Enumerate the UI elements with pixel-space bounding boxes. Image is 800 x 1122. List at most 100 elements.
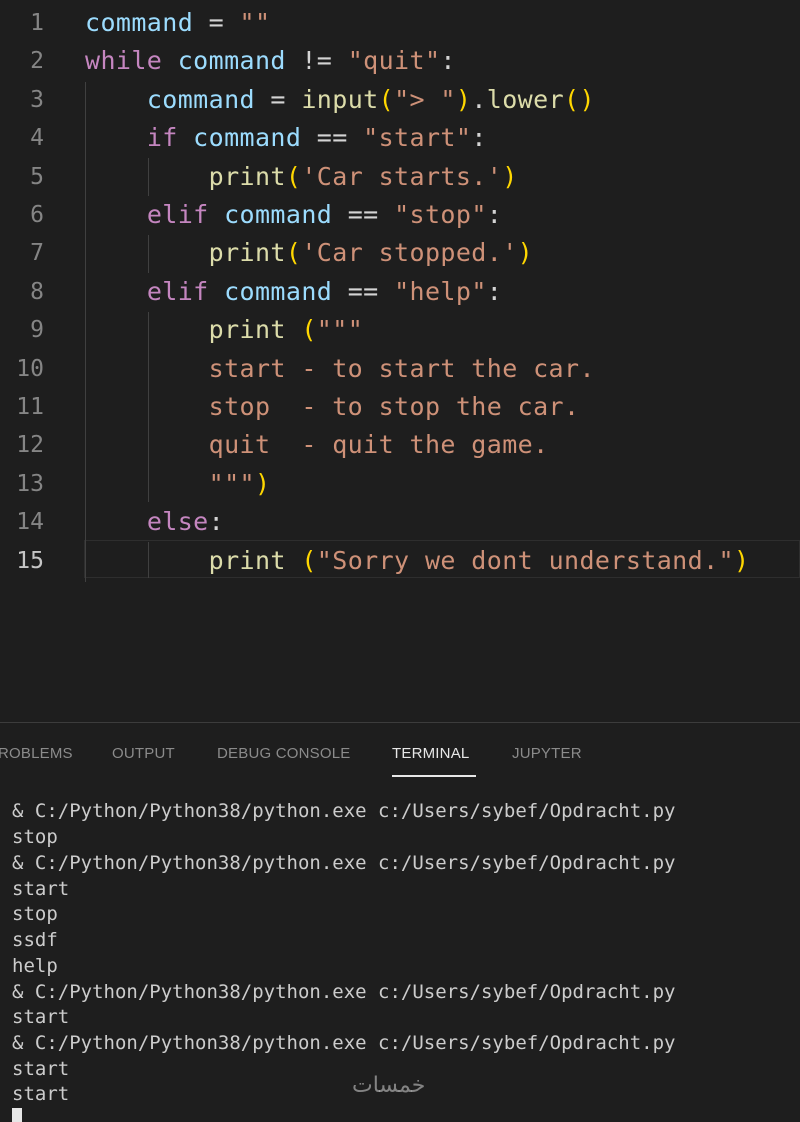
line-number: 1 <box>30 10 44 36</box>
tab-output[interactable]: OUTPUT <box>112 745 175 762</box>
code-token: command <box>177 46 286 76</box>
code-text: elif command == "help": <box>85 273 502 311</box>
code-token: = <box>193 8 240 37</box>
code-token: print <box>208 315 286 345</box>
terminal-line: stop <box>12 826 58 848</box>
code-token: command <box>85 8 194 37</box>
code-token: stop - to stop the car. <box>208 392 580 421</box>
code-token: : <box>440 46 456 76</box>
tab-debug-console[interactable]: DEBUG CONSOLE <box>217 745 350 762</box>
line-number: 5 <box>30 163 44 190</box>
code-line[interactable]: 10 start - to start the car. <box>0 350 800 388</box>
code-line[interactable]: 7 print('Car stopped.') <box>0 234 800 272</box>
code-line[interactable]: 13 """) <box>0 465 800 503</box>
line-number: 14 <box>16 509 44 536</box>
terminal-line: start <box>12 878 70 900</box>
code-token: : <box>486 200 503 229</box>
code-text: print ("Sorry we dont understand.") <box>85 542 749 580</box>
code-token: print <box>208 238 286 268</box>
code-token: ) <box>733 545 750 575</box>
code-token: "help" <box>394 276 487 306</box>
terminal-cursor <box>12 1108 22 1122</box>
active-tab-indicator <box>392 775 476 777</box>
code-text: print('Car starts.') <box>85 158 518 196</box>
indent-guide <box>148 235 149 273</box>
code-text: command = "" <box>85 4 270 42</box>
code-token: start - to start the car. <box>208 353 595 383</box>
code-line[interactable]: 8 elif command == "help": <box>0 273 800 311</box>
code-token: "start" <box>363 123 472 153</box>
code-token: "> " <box>394 84 456 114</box>
code-token: while <box>85 46 163 76</box>
code-token: ( <box>378 84 395 114</box>
code-line[interactable]: 2 while command != "quit": <box>0 42 800 80</box>
line-number: 7 <box>30 240 44 267</box>
code-token: print <box>208 161 286 191</box>
tab-terminal[interactable]: TERMINAL <box>392 745 469 762</box>
terminal-line: help <box>12 955 58 977</box>
code-line[interactable]: 11 stop - to stop the car. <box>0 388 800 426</box>
code-line[interactable]: 12 quit - quit the game. <box>0 426 800 464</box>
code-editor[interactable]: 1 command = "" 2 while command != "quit": 3 … <box>0 0 800 722</box>
line-number: 8 <box>30 278 44 305</box>
code-text: start - to start the car. <box>85 350 595 388</box>
code-token: "quit" <box>347 46 441 76</box>
code-text: command = input("> ").lower() <box>85 81 595 119</box>
code-line[interactable]: 1 command = "" <box>0 4 800 42</box>
tab-problems[interactable]: ROBLEMS <box>0 745 73 762</box>
code-text: else: <box>85 503 224 541</box>
code-token: command <box>193 123 302 153</box>
indent-guide <box>148 158 149 196</box>
line-number: 6 <box>30 202 44 228</box>
code-token: 'Car stopped.' <box>301 238 518 268</box>
code-token: ( <box>301 315 317 345</box>
line-number: 9 <box>30 317 44 344</box>
code-token: . <box>471 84 487 114</box>
terminal-line: & C:/Python/Python38/python.exe c:/Users… <box>12 981 676 1003</box>
code-token: """ <box>208 468 255 498</box>
code-text: quit - quit the game. <box>85 426 549 464</box>
code-text: stop - to stop the car. <box>85 388 579 426</box>
code-token: "" <box>239 8 271 37</box>
code-line[interactable]: 3 command = input("> ").lower() <box>0 81 800 119</box>
code-token: if <box>146 123 178 153</box>
code-line[interactable]: 4 if command == "start": <box>0 119 800 157</box>
code-token: lower <box>486 84 565 114</box>
code-line[interactable]: 14 else: <box>0 503 800 541</box>
code-token: command <box>146 84 255 114</box>
line-number: 15 <box>16 547 44 574</box>
code-token: ) <box>502 161 518 191</box>
terminal-line: start <box>12 1006 70 1028</box>
code-token: : <box>471 123 487 153</box>
code-token: elif <box>146 200 209 229</box>
code-token: ( <box>285 161 302 191</box>
code-text: while command != "quit": <box>85 42 456 80</box>
indent-guide <box>148 542 149 578</box>
line-number: 4 <box>30 125 44 152</box>
line-number: 10 <box>16 355 44 382</box>
code-line[interactable]: 9 print (""" <box>0 311 800 349</box>
code-line[interactable]: 5 print('Car starts.') <box>0 158 800 196</box>
code-token: 'Car starts.' <box>301 161 503 191</box>
code-token: input <box>301 84 379 114</box>
code-token: () <box>564 84 595 114</box>
code-token: print <box>208 545 286 575</box>
code-token: == <box>332 200 395 229</box>
code-line[interactable]: 6 elif command == "stop": <box>0 196 800 234</box>
tab-jupyter[interactable]: JUPYTER <box>512 745 582 762</box>
code-token: != <box>285 46 348 76</box>
code-text: elif command == "stop": <box>85 196 502 234</box>
code-token: ( <box>285 238 302 268</box>
code-line[interactable]: 15 print ("Sorry we dont understand.") <box>0 542 800 580</box>
